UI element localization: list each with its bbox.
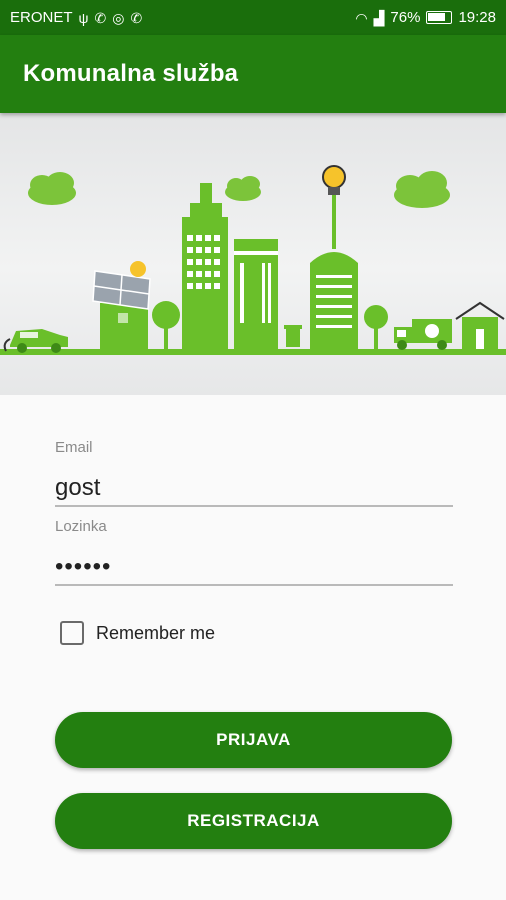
wifi-icon: ◠ — [355, 9, 368, 26]
password-label: Lozinka — [55, 518, 107, 535]
status-bar: ERONET ψ ✆ ◎ ✆ ◠ ▟ 76% 19:28 — [0, 0, 506, 35]
app-title: Komunalna služba — [23, 60, 239, 87]
solar-panel-building — [92, 261, 151, 349]
password-underline — [55, 584, 453, 586]
signal-icon: ▟ — [373, 9, 385, 26]
carrier-name: ERONET — [10, 9, 73, 26]
email-field[interactable] — [55, 471, 453, 505]
eco-city-illustration — [0, 165, 506, 355]
viber-icon: ✆ — [94, 9, 107, 26]
light-bulb-tower — [310, 165, 358, 349]
clock: 19:28 — [458, 9, 496, 26]
email-label: Email — [55, 439, 93, 456]
cloud-icon — [28, 171, 450, 208]
garbage-truck-icon — [394, 319, 452, 350]
middle-building — [234, 239, 278, 349]
city-banner-illustration — [0, 113, 506, 395]
register-button[interactable]: REGISTRACIJA — [55, 793, 452, 849]
remember-me-checkbox[interactable] — [60, 621, 84, 645]
recycle-bin-icon — [284, 325, 302, 347]
tall-building — [182, 183, 228, 349]
house-icon — [455, 301, 505, 349]
app-bar: Komunalna služba — [0, 35, 506, 113]
remember-me-label: Remember me — [96, 622, 216, 643]
battery-percent: 76% — [390, 9, 421, 26]
instagram-icon: ◎ — [112, 9, 125, 26]
password-field[interactable]: •••••• — [55, 550, 453, 584]
tree-icon — [364, 305, 388, 349]
email-underline — [55, 505, 453, 507]
login-button[interactable]: PRIJAVA — [55, 712, 452, 768]
whatsapp-icon: ✆ — [130, 9, 143, 26]
battery-icon — [426, 11, 453, 24]
usb-icon: ψ — [78, 9, 89, 26]
remember-me-row[interactable]: Remember me — [60, 621, 215, 645]
tree-icon — [152, 301, 180, 349]
